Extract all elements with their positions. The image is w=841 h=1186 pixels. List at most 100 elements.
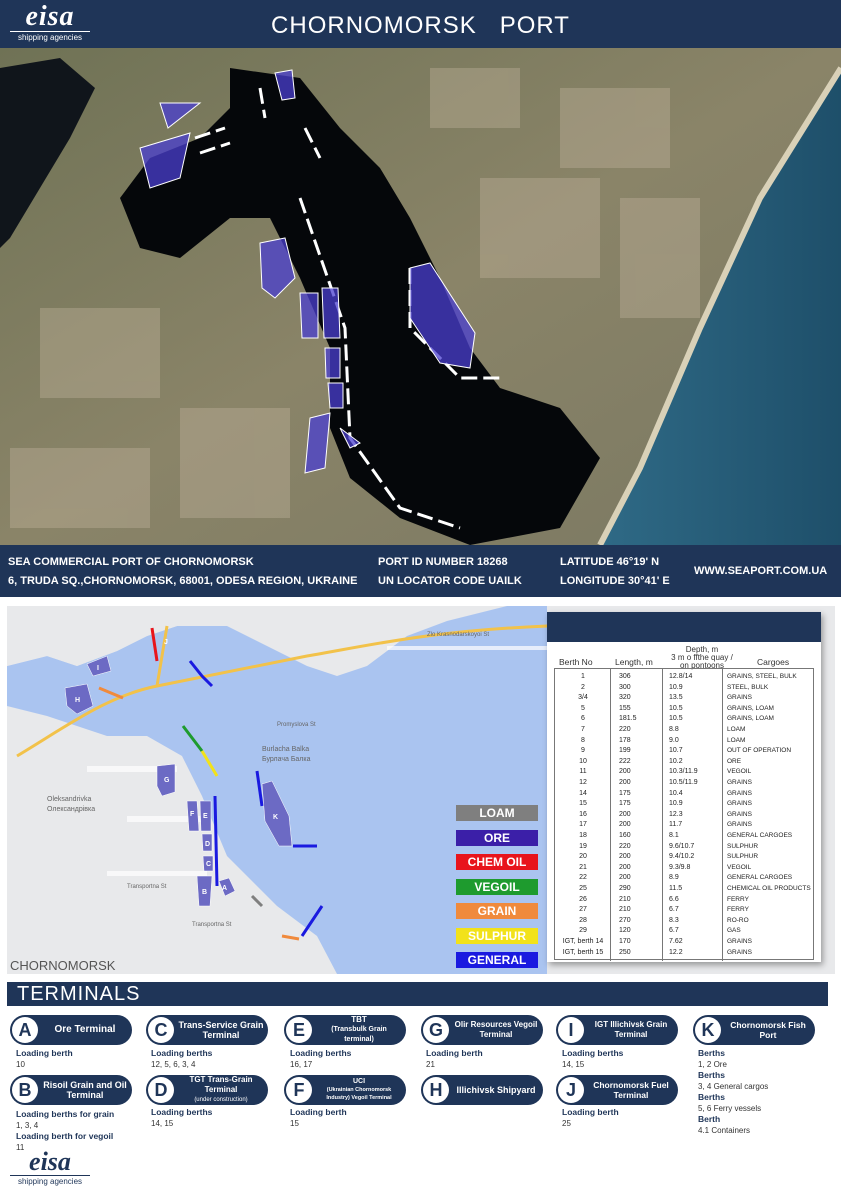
terminal-a-label: Loading berth [16, 1048, 73, 1058]
terminal-k-berths-3: 5, 6 Ferry vessels [698, 1104, 762, 1113]
table-row: 19 220 9.6/10.7 SULPHUR [555, 842, 815, 853]
table-row: 5 155 10.5 GRAINS, LOAM [555, 704, 815, 715]
terminal-a-value: 10 [16, 1060, 25, 1069]
berth-cell-depth: 12.2 [669, 948, 683, 956]
zone-label-f: F [190, 811, 195, 818]
zone-label-j: J [164, 639, 168, 646]
berth-cell-len: 200 [619, 810, 631, 818]
berth-cell-cargo: LOAM [727, 736, 746, 744]
place-label-2: Бурлача Балка [262, 756, 311, 763]
terminal-i-letter: I [558, 1017, 584, 1043]
berth-cell-depth: 8.8 [669, 726, 679, 733]
terminal-f-name-block: UCI (Ukrainian Chornomorsk Industry) Veg… [316, 1075, 402, 1105]
terminal-f-info: Loading berth 15 [290, 1107, 347, 1129]
berth-cell-depth: 7.62 [669, 938, 683, 945]
port-address: 6, TRUDA SQ.,CHORNOMORSK, 68001, ODESA R… [8, 575, 358, 587]
berth-cell-no: 14 [579, 789, 587, 797]
road-label-1: Zlo Krasnodarskoyoi St [427, 632, 489, 638]
berth-cell-no: 7 [581, 726, 585, 733]
berth-cell-depth: 10.2 [669, 757, 683, 765]
terminal-b-letter: B [12, 1077, 38, 1103]
terminal-b-value: 1, 3, 4 [16, 1121, 39, 1130]
terminal-k-berths-label-2: Berths [698, 1070, 725, 1080]
terminal-e-button[interactable]: E TBT (Transbulk Grain terminal) [284, 1015, 406, 1045]
table-row: 26 210 6.6 FERRY [555, 895, 815, 906]
terminal-f-name: UCI [352, 1078, 366, 1085]
berth-cell-depth: 9.0 [669, 736, 679, 744]
berth-cell-no: IGT, berth 15 [562, 948, 604, 956]
berth-cell-cargo: OUT OF OPERATION [727, 747, 792, 755]
terminal-a-info: Loading berth 10 [16, 1048, 73, 1070]
terminal-c-name: Trans-Service Grain Terminal [178, 1020, 264, 1040]
berth-cell-cargo: VEGOIL [727, 863, 752, 871]
terminal-e-info: Loading berths 16, 17 [290, 1048, 351, 1070]
terminal-f-button[interactable]: F UCI (Ukrainian Chornomorsk Industry) V… [284, 1075, 406, 1105]
berth-cell-no: 9 [581, 747, 585, 755]
terminal-c-button[interactable]: C Trans-Service Grain Terminal [146, 1015, 268, 1045]
terminal-g-label: Loading berth [426, 1048, 483, 1058]
terminal-b-label: Loading berths for grain [16, 1109, 115, 1119]
terminal-i-label: Loading berths [562, 1048, 624, 1058]
berth-cell-depth: 9.3/9.8 [669, 863, 691, 871]
table-row: 28 270 8.3 RO-RO [555, 916, 815, 927]
berth-cell-no: IGT, berth 14 [562, 938, 604, 945]
terminal-a-name: Ore Terminal [54, 1024, 116, 1035]
page-title: CHORNOMORSK PORT [271, 12, 570, 39]
terminal-g-button[interactable]: G Olir Resources Vegoil Terminal [421, 1015, 543, 1045]
berth-cell-no: 8 [581, 736, 585, 744]
terminal-j-letter: J [558, 1077, 584, 1103]
place-label-4: Олександрівка [47, 805, 95, 813]
terminal-f-letter: F [286, 1077, 312, 1103]
berth-cell-no: 22 [579, 874, 587, 882]
berth-cell-depth: 11.5 [669, 885, 683, 892]
footer-logo-word: eisa [29, 1147, 71, 1176]
col-header-depth: Depth, m 3 m o ffthe quay / on pontoons [661, 646, 743, 670]
berth-cell-cargo: STEEL, BULK [727, 683, 769, 691]
berth-cell-no: 12 [579, 779, 587, 786]
terminal-c-letter: C [148, 1017, 174, 1043]
terminal-i-button[interactable]: I IGT Illichivsk Grain Terminal [556, 1015, 678, 1045]
berth-cell-len: 120 [619, 927, 631, 935]
website-link[interactable]: WWW.SEAPORT.COM.UA [694, 565, 827, 577]
berth-cell-no: 10 [579, 757, 587, 765]
berth-cell-cargo: GRAINS [727, 821, 752, 829]
berth-cell-len: 199 [619, 747, 631, 755]
terminal-h-button[interactable]: H Illichivsk Shipyard [421, 1075, 543, 1105]
terminal-k-button[interactable]: K Chornomorsk Fish Port [693, 1015, 815, 1045]
footer-logo: eisa shipping agencies [10, 1147, 90, 1186]
legend-item: VEGOIL [456, 878, 538, 895]
terminal-k-berth-4: 4.1 Containers [698, 1126, 751, 1135]
berth-cell-len: 200 [619, 779, 631, 786]
terminal-d-name: TGT Trans-Grain Terminal [189, 1075, 253, 1094]
berth-cell-len: 200 [619, 768, 631, 776]
terminal-h-name: Illichivsk Shipyard [456, 1085, 536, 1095]
zone-label-g: G [164, 777, 170, 784]
berth-cell-cargo: SULPHUR [727, 842, 759, 850]
berth-cell-no: 28 [579, 916, 587, 924]
terminal-d-button[interactable]: D TGT Trans-Grain Terminal (under constr… [146, 1075, 268, 1105]
berth-cell-cargo: GRAINS [727, 779, 752, 786]
satellite-illustration [0, 48, 841, 545]
terminal-h-letter: H [423, 1077, 449, 1103]
zone-label-a: A [222, 885, 227, 892]
zone-label-i: I [97, 665, 99, 672]
terminal-j-button[interactable]: J Chornomorsk Fuel Terminal [556, 1075, 678, 1105]
table-row: 8 178 9.0 LOAM [555, 736, 815, 747]
table-row: IGT, berth 14 170 7.62 GRAINS [555, 937, 815, 948]
berth-cell-depth: 6.7 [669, 906, 679, 914]
table-row: 10 222 10.2 ORE [555, 757, 815, 768]
berth-cell-depth: 11.7 [669, 821, 683, 829]
table-row: 27 210 6.7 FERRY [555, 905, 815, 916]
berth-cell-depth: 12.3 [669, 810, 683, 818]
berth-cell-no: 19 [579, 842, 587, 850]
terminal-b-button[interactable]: B Risoil Grain and Oil Terminal [10, 1075, 132, 1105]
berth-cell-len: 270 [619, 916, 631, 924]
berth-cell-cargo: FERRY [727, 906, 749, 914]
terminal-j-name: Chornomorsk Fuel Terminal [593, 1080, 669, 1100]
terminal-d-info: Loading berths 14, 15 [151, 1107, 212, 1129]
berth-cell-no: 3/4 [578, 694, 588, 702]
berth-cell-depth: 10.9 [669, 800, 683, 808]
terminal-a-button[interactable]: A Ore Terminal [10, 1015, 132, 1045]
legend-item: LOAM [456, 805, 538, 821]
berth-cell-cargo: GRAINS [727, 938, 752, 945]
